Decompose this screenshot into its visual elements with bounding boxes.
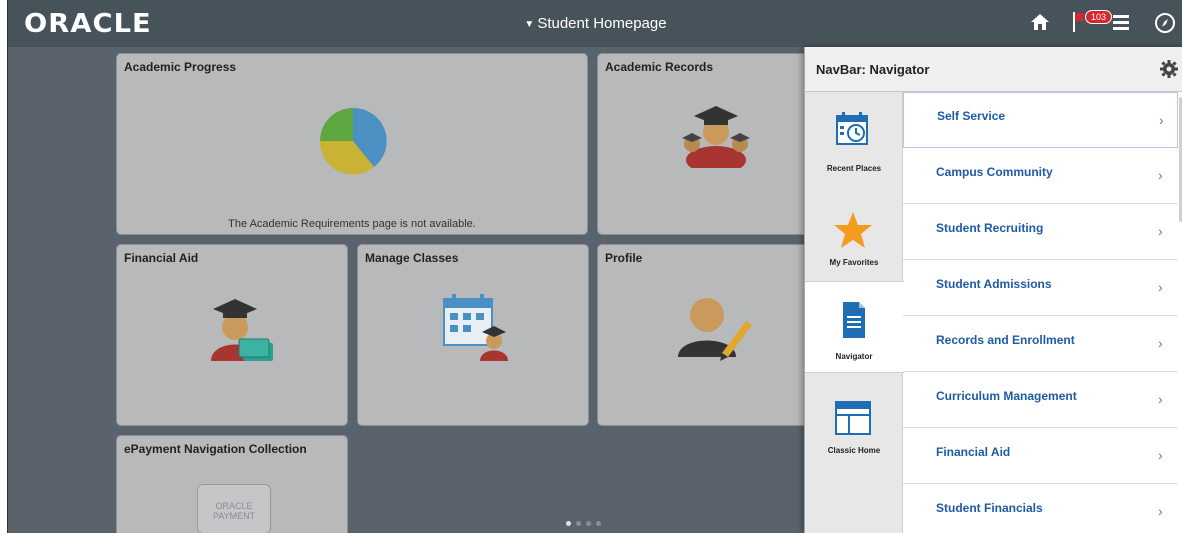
recent-places-icon: [836, 112, 868, 145]
pie-chart-icon: [319, 107, 387, 175]
epayment-logo: ORACLE PAYMENT: [197, 484, 271, 533]
tile-title: Profile: [605, 251, 643, 265]
nav-item-records-and-enrollment[interactable]: Records and Enrollment ›: [903, 316, 1178, 372]
app-frame: ORACLE ▼ Student Homepage 103 Academic Pr…: [7, 0, 1182, 533]
nav-item-self-service[interactable]: Self Service ›: [903, 92, 1178, 148]
home-icon[interactable]: [1030, 13, 1050, 31]
tile-title: Financial Aid: [124, 251, 199, 265]
graduate-money-icon: [211, 299, 273, 361]
chevron-right-icon: ›: [1158, 223, 1163, 239]
document-icon: [843, 302, 865, 338]
chevron-right-icon: ›: [1158, 447, 1163, 463]
profile-person-icon: [678, 298, 752, 361]
star-icon: [834, 212, 872, 248]
tile-message: The Academic Requirements page is not av…: [228, 218, 476, 230]
nav-item-financial-aid[interactable]: Financial Aid ›: [903, 428, 1178, 484]
tab-label: My Favorites: [829, 258, 879, 267]
page-title[interactable]: ▼ Student Homepage: [8, 15, 1182, 32]
page-dot[interactable]: [576, 521, 581, 526]
tab-classic-home[interactable]: Classic Home: [805, 378, 903, 474]
chevron-right-icon: ›: [1158, 503, 1163, 519]
chevron-right-icon: ›: [1158, 391, 1163, 407]
navbar-tabs: Recent Places My Favorites Navigator Cla…: [805, 92, 904, 533]
nav-item-label: Student Recruiting: [936, 221, 1044, 235]
nav-item-label: Records and Enrollment: [936, 333, 1075, 347]
chevron-right-icon: ›: [1158, 279, 1163, 295]
tab-my-favorites[interactable]: My Favorites: [805, 190, 903, 286]
epayment-logo-line1: ORACLE: [215, 501, 253, 511]
tile-academic-progress[interactable]: Academic Progress The Academic Requireme…: [116, 53, 588, 235]
navbar-header: NavBar: Navigator: [805, 47, 1182, 92]
nav-item-campus-community[interactable]: Campus Community ›: [903, 148, 1178, 204]
chevron-right-icon: ›: [1159, 112, 1164, 128]
nav-item-label: Student Financials: [936, 501, 1043, 515]
tile-title: Academic Records: [605, 60, 714, 74]
tile-academic-records[interactable]: Academic Records: [597, 53, 817, 235]
header-bar: ORACLE ▼ Student Homepage 103: [8, 0, 1182, 47]
nav-item-label: Student Admissions: [936, 277, 1052, 291]
nav-item-student-financials[interactable]: Student Financials ›: [903, 484, 1178, 533]
gear-icon[interactable]: [1160, 60, 1178, 78]
notification-count-badge: 103: [1085, 10, 1113, 24]
tab-navigator[interactable]: Navigator: [805, 281, 904, 373]
page-dot[interactable]: [566, 521, 571, 526]
title-caret-icon: ▼: [524, 19, 535, 30]
tile-manage-classes[interactable]: Manage Classes: [357, 244, 589, 426]
classic-home-icon: [835, 401, 871, 435]
tab-label: Navigator: [835, 352, 873, 361]
page-dot[interactable]: [596, 521, 601, 526]
nav-item-curriculum-management[interactable]: Curriculum Management ›: [903, 372, 1178, 428]
navbar-panel: NavBar: Navigator Recent Places My Favor…: [804, 47, 1182, 533]
nav-item-student-recruiting[interactable]: Student Recruiting ›: [903, 204, 1178, 260]
chevron-right-icon: ›: [1158, 335, 1163, 351]
nav-item-student-admissions[interactable]: Student Admissions ›: [903, 260, 1178, 316]
calendar-student-icon: [443, 294, 508, 361]
nav-item-label: Self Service: [937, 109, 1006, 123]
tile-financial-aid[interactable]: Financial Aid: [116, 244, 348, 426]
navbar-title: NavBar: Navigator: [816, 62, 930, 77]
epayment-logo-line2: PAYMENT: [212, 511, 256, 521]
nav-item-label: Financial Aid: [936, 445, 1011, 459]
navbar-compass-icon[interactable]: [1154, 12, 1176, 34]
chevron-right-icon: ›: [1158, 167, 1163, 183]
page-indicator[interactable]: [566, 513, 606, 531]
navigator-folder-list: Self Service › Campus Community › Studen…: [903, 92, 1178, 533]
tile-title: Academic Progress: [124, 60, 237, 74]
tile-title: ePayment Navigation Collection: [124, 442, 307, 456]
nav-item-label: Curriculum Management: [936, 389, 1077, 403]
notifications-flag-icon[interactable]: 103: [1072, 10, 1113, 34]
tile-profile[interactable]: Profile: [597, 244, 817, 426]
graduates-icon: [682, 106, 750, 168]
nav-item-label: Campus Community: [936, 165, 1053, 179]
tile-epayment[interactable]: ePayment Navigation Collection ORACLE PA…: [116, 435, 348, 533]
tab-recent-places[interactable]: Recent Places: [805, 92, 903, 188]
tab-label: Classic Home: [827, 446, 881, 455]
tab-label: Recent Places: [826, 164, 882, 173]
page-title-text: Student Homepage: [537, 15, 667, 32]
tile-title: Manage Classes: [365, 251, 459, 265]
actions-menu-icon[interactable]: [1113, 14, 1129, 30]
page-dot[interactable]: [586, 521, 591, 526]
